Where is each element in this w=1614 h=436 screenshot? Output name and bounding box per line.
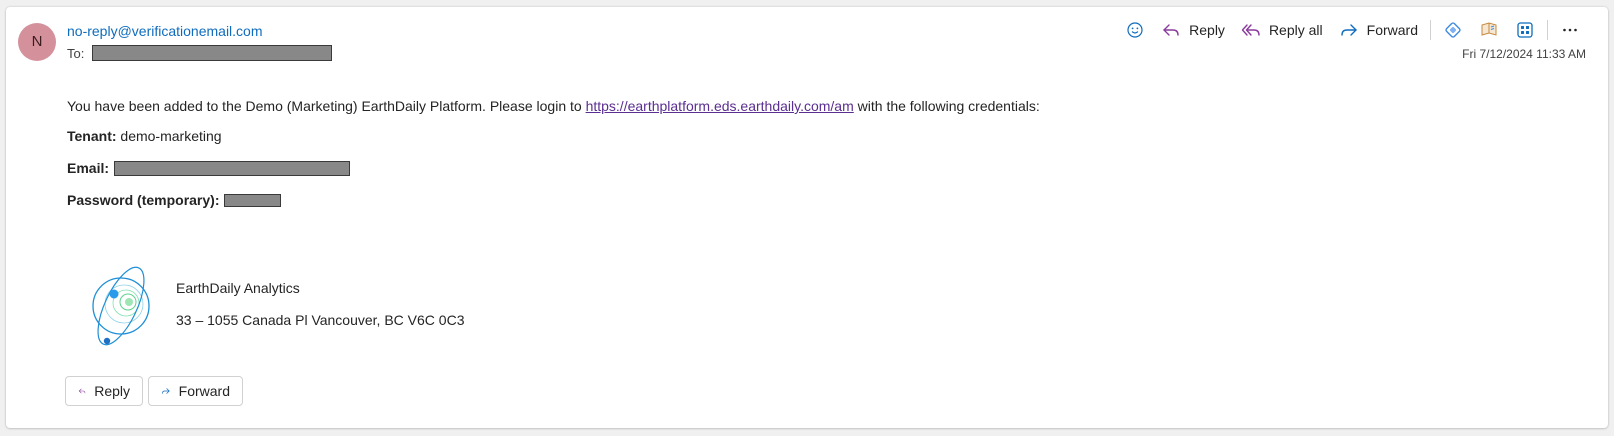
message-date: Fri 7/12/2024 11:33 AM: [1462, 47, 1586, 61]
platform-link[interactable]: https://earthplatform.eds.earthdaily.com…: [586, 98, 854, 114]
reply-all-button[interactable]: Reply all: [1233, 16, 1331, 44]
more-actions-button[interactable]: [1552, 16, 1588, 44]
recipient-row: To:: [67, 45, 333, 61]
tenant-value: demo-marketing: [116, 128, 222, 144]
sender-email[interactable]: no-reply@verificationemail.com: [67, 23, 263, 39]
forward-icon: [162, 388, 170, 394]
sender-avatar[interactable]: N: [18, 23, 56, 61]
apps-button[interactable]: [1507, 16, 1543, 44]
loop-button[interactable]: [1435, 16, 1471, 44]
emoji-reaction-button[interactable]: [1117, 16, 1153, 44]
footer-forward-label: Forward: [178, 383, 230, 399]
toolbar-divider: [1547, 20, 1548, 40]
footer-reply-button[interactable]: Reply: [65, 376, 143, 406]
email-line: Email:: [67, 160, 351, 176]
intro-text: You have been added to the Demo (Marketi…: [67, 98, 586, 114]
footer-reply-label: Reply: [94, 383, 130, 399]
email-message-card: N no-reply@verificationemail.com To: Fri…: [6, 7, 1608, 428]
forward-button[interactable]: Forward: [1331, 16, 1426, 44]
redacted-email: [114, 160, 351, 176]
password-label: Password (temporary):: [67, 192, 220, 208]
email-label: Email:: [67, 160, 110, 176]
more-icon: [1563, 28, 1577, 32]
forward-icon: [1340, 24, 1357, 36]
signature-company: EarthDaily Analytics: [176, 280, 300, 296]
apps-icon: [1517, 22, 1533, 38]
toolbar-divider: [1430, 20, 1431, 40]
tenant-label: Tenant:: [67, 128, 117, 144]
earthdaily-logo: [92, 266, 150, 346]
immersive-reader-button[interactable]: [1471, 16, 1507, 44]
reply-icon: [1163, 24, 1179, 36]
message-toolbar: Reply Reply all Forward: [1117, 15, 1588, 45]
password-line: Password (temporary):: [67, 192, 282, 208]
message-body: You have been added to the Demo (Marketi…: [67, 96, 1040, 116]
reply-all-label: Reply all: [1268, 22, 1323, 38]
tenant-line: Tenant: demo-marketing: [67, 128, 222, 144]
forward-label: Forward: [1366, 22, 1418, 38]
reply-all-icon: [1241, 24, 1260, 36]
intro-paragraph: You have been added to the Demo (Marketi…: [67, 96, 1040, 116]
immersive-reader-icon: [1481, 22, 1497, 36]
to-label: To:: [67, 45, 85, 61]
intro-text-end: with the following credentials:: [853, 98, 1040, 114]
footer-forward-button[interactable]: Forward: [148, 376, 243, 406]
signature-address: 33 – 1055 Canada Pl Vancouver, BC V6C 0C…: [176, 312, 465, 328]
loop-icon: [1445, 22, 1461, 38]
reply-button[interactable]: Reply: [1153, 16, 1233, 44]
redacted-recipient: [92, 45, 333, 61]
emoji-icon: [1127, 22, 1143, 38]
redacted-password: [224, 193, 282, 207]
reply-label: Reply: [1189, 22, 1225, 38]
reply-icon: [78, 388, 86, 394]
